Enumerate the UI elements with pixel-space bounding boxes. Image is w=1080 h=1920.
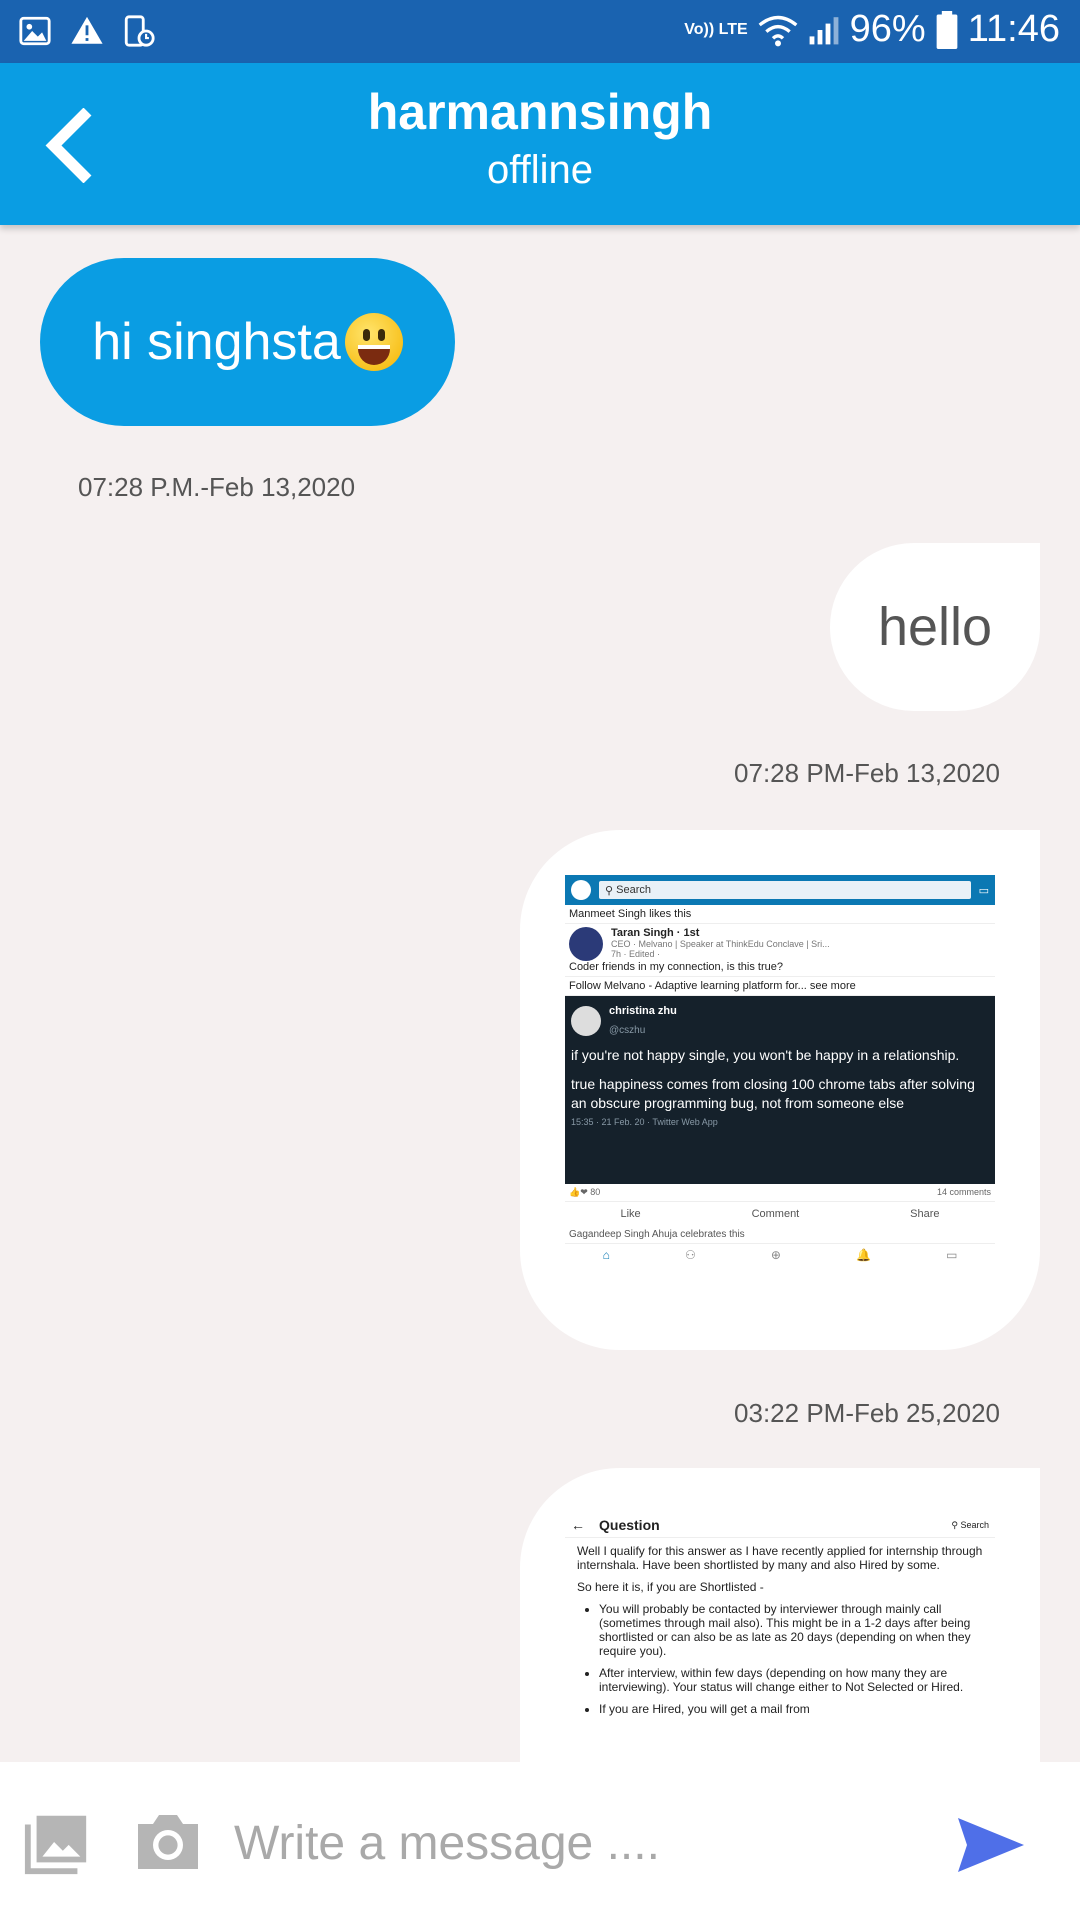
screenshot-answer-text: Well I qualify for this answer as I have… (565, 1538, 995, 1730)
screenshot-follow-line: Follow Melvano - Adaptive learning platf… (565, 977, 995, 996)
screenshot-actions: Like Comment Share (565, 1201, 995, 1226)
contact-status: offline (486, 148, 593, 192)
message-input[interactable] (232, 1802, 916, 1884)
camera-icon[interactable] (132, 1807, 204, 1877)
shared-screenshot-image[interactable]: ← Question ⚲ Search Well I qualify for th… (565, 1513, 995, 1768)
screenshot-app-bar: ⚲ Search ▭ (565, 875, 995, 905)
network-type: Vo)) LTE (684, 20, 748, 38)
comment-count: 14 comments (936, 1187, 991, 1197)
reaction-count: 👍❤ 80 (569, 1187, 601, 1197)
image-notification-icon (19, 16, 51, 46)
message-icon: ▭ (978, 884, 989, 897)
screenshot-author: Taran Singh · 1st CEO · Melvano | Speake… (565, 924, 995, 977)
signal-icon (809, 16, 839, 44)
screen-time-icon (124, 15, 155, 47)
screenshot-bottom-nav: ⌂ ⚇ ⊕ 🔔 ▭ (602, 1248, 958, 1262)
clock: 11:46 (967, 8, 1060, 50)
grinning-emoji-icon (344, 313, 403, 371)
warning-icon (71, 16, 103, 44)
shared-screenshot-image[interactable]: ⚲ Search ▭ Manmeet Singh likes this Tara… (565, 875, 995, 1295)
avatar (571, 880, 591, 900)
incoming-message-bubble[interactable]: hi singhsta (40, 258, 455, 426)
status-bar: Vo)) LTE 96% 11:46 (0, 0, 1080, 63)
wifi-icon (758, 15, 798, 46)
chat-header: harmannsingh offline (0, 63, 1080, 225)
screenshot-search: ⚲ Search (599, 881, 971, 899)
message-timestamp: 07:28 PM-Feb 13,2020 (734, 758, 1000, 788)
message-text: hi singhsta (92, 313, 341, 371)
outgoing-message-bubble[interactable]: hello (830, 543, 1040, 711)
screenshot-liked-line: Manmeet Singh likes this (565, 905, 995, 924)
battery-percent: 96% (849, 8, 926, 50)
gallery-icon[interactable] (22, 1807, 92, 1877)
message-timestamp: 03:22 PM-Feb 25,2020 (734, 1398, 1000, 1428)
status-right: Vo)) LTE 96% 11:46 (684, 8, 1060, 51)
message-composer (0, 1762, 1080, 1920)
status-left-icons (18, 14, 156, 48)
screenshot-question-bar: ← Question ⚲ Search (565, 1513, 995, 1538)
screenshot-tweet: christina zhu @cszhu if you're not happy … (565, 996, 995, 1184)
contact-name: harmannsingh (367, 84, 713, 140)
outgoing-image-bubble[interactable]: ⚲ Search ▭ Manmeet Singh likes this Tara… (520, 830, 1040, 1350)
message-text: hello (877, 597, 993, 657)
battery-icon (936, 10, 958, 49)
message-timestamp: 07:28 P.M.-Feb 13,2020 (78, 472, 356, 502)
outgoing-image-bubble[interactable]: ← Question ⚲ Search Well I qualify for th… (520, 1468, 1040, 1768)
send-icon[interactable] (955, 1814, 1027, 1876)
screenshot-next-post: Gagandeep Singh Ahuja celebrates this (565, 1226, 995, 1244)
